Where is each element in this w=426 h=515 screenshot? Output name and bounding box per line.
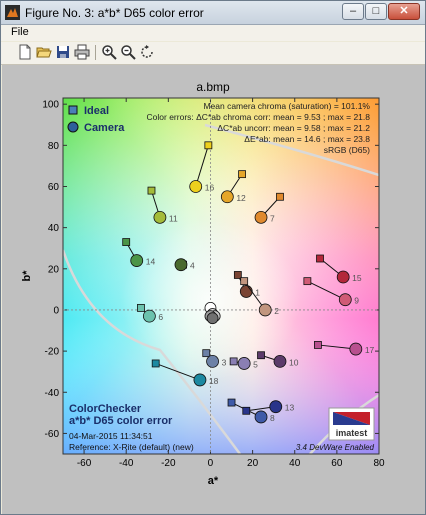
patch-label: 3 <box>222 357 227 367</box>
y-tick-label: -60 <box>45 429 60 440</box>
stats-line-1: Mean camera chroma (saturation) = 101.1% <box>203 101 370 111</box>
camera-point <box>237 357 251 370</box>
camera-point <box>193 373 207 387</box>
y-axis-label: b* <box>21 270 33 282</box>
camera-point <box>174 258 188 272</box>
y-tick-label: 0 <box>53 305 59 316</box>
ideal-point <box>238 170 246 179</box>
patch-label: 16 <box>205 182 215 192</box>
y-tick-label: -20 <box>45 347 60 358</box>
stats-line-4: ΔE*ab: mean = 14.6 ; max = 23.8 <box>244 134 370 144</box>
patch-label: 15 <box>352 273 362 283</box>
patch-label: 1 <box>255 287 260 297</box>
x-axis-label: a* <box>208 475 219 487</box>
plot-svg[interactable]: -60 -40 -20 0 20 40 60 80-60-40-20020406080100 … <box>0 0 426 515</box>
patch-label: 7 <box>270 213 275 223</box>
ideal-point <box>202 349 211 358</box>
y-tick-label: 100 <box>42 100 59 111</box>
x-tick-label: -40 <box>119 458 134 469</box>
camera-point <box>338 293 352 307</box>
camera-point <box>349 342 363 356</box>
y-tick-label: 20 <box>48 264 60 275</box>
ideal-point <box>147 186 156 195</box>
x-tick-label: 20 <box>247 458 259 469</box>
patch-label: 18 <box>209 376 219 386</box>
info-line-2: a*b* D65 color error <box>69 415 173 427</box>
ideal-point <box>314 341 322 349</box>
camera-point <box>258 303 272 317</box>
camera-point <box>130 254 144 267</box>
ideal-point <box>227 398 236 407</box>
x-tick-label: 40 <box>289 458 301 469</box>
patch-label: 8 <box>270 413 275 423</box>
legend-camera-marker <box>67 121 79 133</box>
info-version: 3.4 DevWare Enabled <box>296 443 375 452</box>
x-tick-label: -20 <box>161 458 176 469</box>
imatest-logo: imatest <box>328 407 375 441</box>
camera-point <box>220 190 234 204</box>
ideal-point <box>240 277 249 286</box>
patch-label: 10 <box>289 357 299 367</box>
legend-ideal-marker <box>68 105 78 115</box>
ideal-point <box>257 351 265 360</box>
patch-label: 9 <box>354 296 359 306</box>
info-line-1: ColorChecker <box>69 403 142 415</box>
y-tick-label: 40 <box>48 223 60 234</box>
ideal-point <box>204 141 213 150</box>
patch-label: 11 <box>169 213 178 223</box>
camera-point <box>269 400 283 414</box>
ideal-point <box>229 357 238 366</box>
patch-label: 4 <box>190 261 195 271</box>
neutral-patch-point <box>206 312 219 325</box>
ideal-point <box>303 277 312 286</box>
camera-point <box>336 270 350 284</box>
x-tick-label: 80 <box>373 458 385 469</box>
ideal-point <box>122 238 131 246</box>
patch-label: 14 <box>146 257 156 267</box>
camera-point <box>254 410 268 424</box>
x-tick-label: 0 <box>208 458 214 469</box>
x-tick-label: -60 <box>77 458 92 469</box>
camera-point <box>254 210 268 224</box>
stats-line-2: Color errors: ΔC*ab chroma corr: mean = … <box>147 112 371 122</box>
x-tick-label: 60 <box>331 458 343 469</box>
camera-point <box>142 309 156 323</box>
camera-point <box>153 210 167 224</box>
patch-label: 5 <box>253 359 258 369</box>
imatest-logo-text: imatest <box>336 428 368 438</box>
ideal-point <box>316 254 324 263</box>
ideal-point <box>242 406 251 415</box>
stats-line-3: ΔC*ab uncorr: mean = 9.58 ; max = 21.2 <box>217 123 370 133</box>
camera-point <box>273 354 287 368</box>
info-reference: Reference: X-Rite (default) (new) <box>69 442 194 452</box>
camera-point <box>206 354 219 368</box>
legend-camera-label: Camera <box>84 122 125 134</box>
info-date: 04-Mar-2015 11:34:51 <box>69 431 153 441</box>
patch-label: 13 <box>285 403 295 413</box>
y-tick-label: 80 <box>48 141 60 152</box>
y-tick-label: -40 <box>45 388 60 399</box>
ideal-point <box>137 303 145 312</box>
stats-line-5: sRGB (D65) <box>324 145 370 155</box>
patch-label: 12 <box>236 193 246 203</box>
patch-label: 2 <box>274 306 279 316</box>
camera-point <box>189 180 203 193</box>
y-tick-label: 60 <box>48 182 60 193</box>
camera-point <box>239 285 253 298</box>
legend-ideal-label: Ideal <box>84 105 109 117</box>
patch-label: 6 <box>158 312 163 322</box>
ideal-point <box>276 192 284 201</box>
patch-label: 17 <box>365 345 375 355</box>
ideal-point <box>151 359 160 368</box>
